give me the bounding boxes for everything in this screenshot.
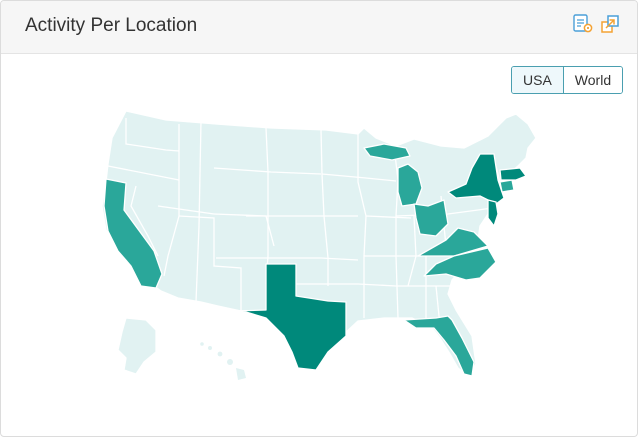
usa-activity-map: [101, 110, 537, 380]
usa-toggle-button[interactable]: USA: [512, 67, 563, 93]
state-alaska[interactable]: [117, 317, 157, 375]
widget-header: Activity Per Location: [1, 1, 637, 54]
expand-icon[interactable]: [599, 13, 621, 35]
state-massachusetts[interactable]: [499, 167, 527, 181]
state-hawaii[interactable]: [200, 342, 246, 380]
widget-title: Activity Per Location: [25, 15, 198, 36]
world-toggle-button[interactable]: World: [563, 67, 623, 93]
activity-per-location-widget: Activity Per Location USA World: [0, 0, 638, 437]
state-connecticut[interactable]: [499, 179, 515, 193]
export-data-icon[interactable]: [572, 13, 594, 35]
state-new-jersey[interactable]: [487, 199, 499, 227]
region-toggle: USA World: [511, 66, 624, 94]
